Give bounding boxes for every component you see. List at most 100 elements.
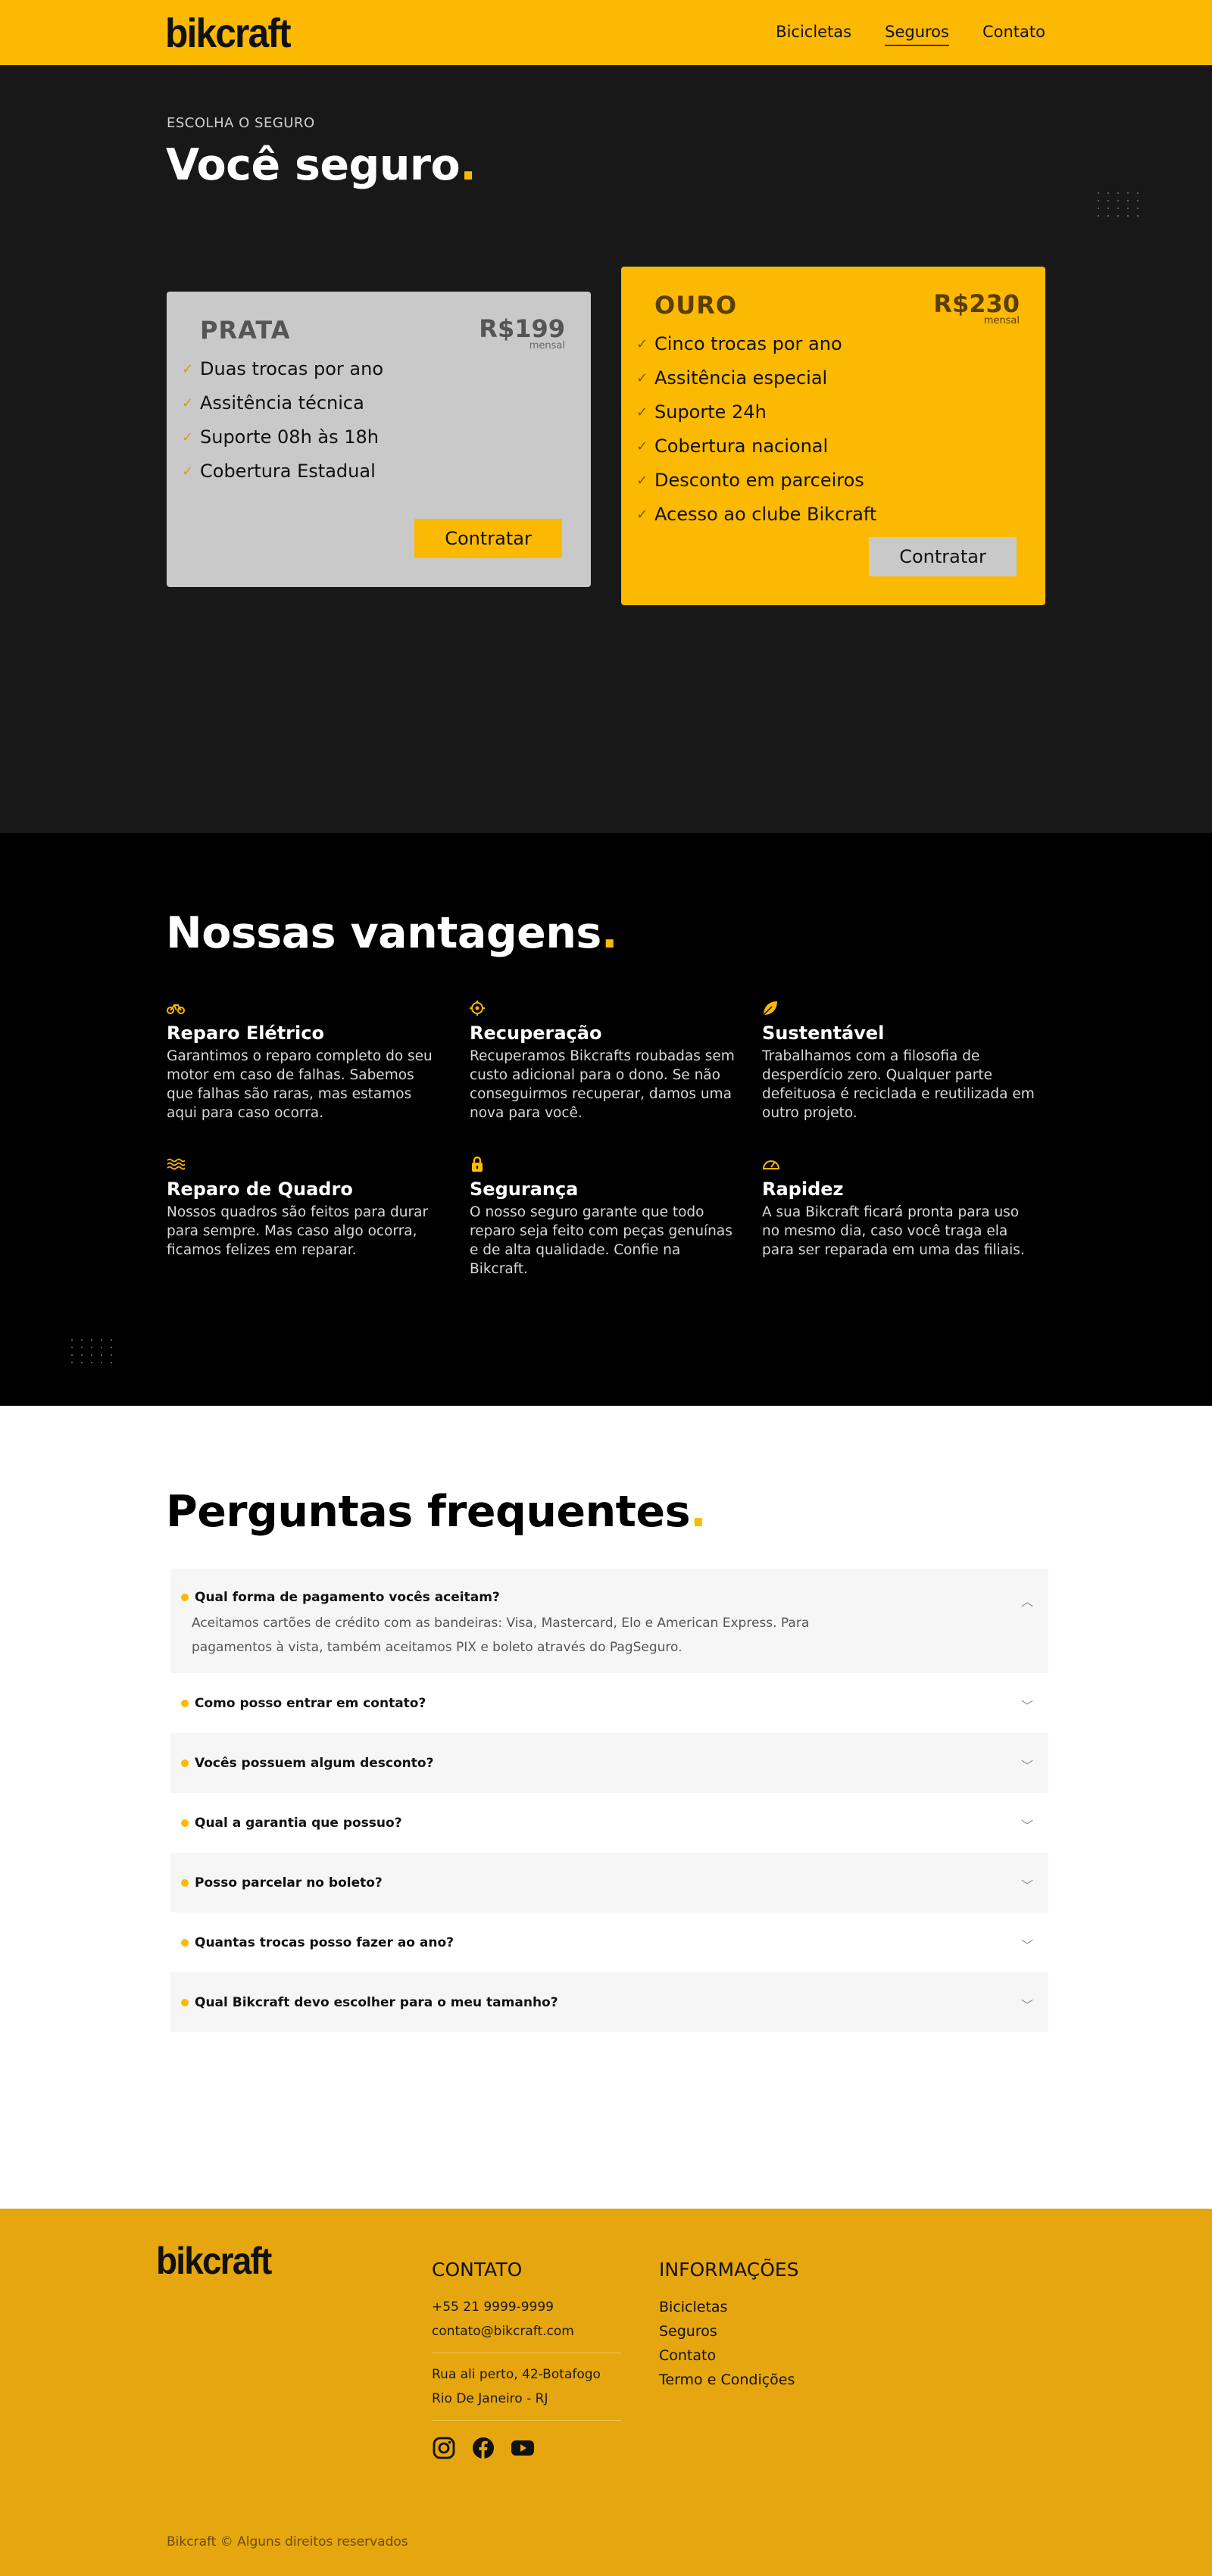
instagram-icon[interactable] [432,2436,456,2460]
plan-card-ouro: OURO R$230 mensal ✓ Cinco trocas por ano … [621,267,1045,605]
check-icon: ✓ [636,404,648,420]
plan-features: ✓ Cinco trocas por ano ✓ Assitência especi… [636,327,1020,532]
chevron-down-icon[interactable]: ﹀ [1021,1816,1033,1834]
nav-link-seguros[interactable]: Seguros [885,20,949,46]
footer-info-title: INFORMAÇÕES [659,2259,799,2281]
decorative-dots [71,1339,114,1363]
price-value: R$199 [479,314,565,343]
check-icon: ✓ [636,507,648,523]
faq-item[interactable]: Qual Bikcraft devo escolher para o meu t… [170,1972,1048,2032]
target-icon [470,1001,485,1016]
nav-link-contato[interactable]: Contato [982,20,1045,46]
bullet-icon [181,1759,189,1767]
vantagem-text: A sua Bikcraft ficará pronta para uso no… [762,1204,1025,1258]
logo[interactable]: bikcraft [165,11,292,56]
feature-item: ✓ Desconto em parceiros [636,464,1020,498]
faq-question[interactable]: Posso parcelar no boleto? [181,1853,1038,1912]
faq-item[interactable]: Qual forma de pagamento vocês aceitam? ︿… [170,1569,1048,1673]
faq-item[interactable]: Posso parcelar no boleto? ﹀ [170,1853,1048,1912]
footer-phone[interactable]: +55 21 9999-9999 [432,2295,621,2319]
contratar-button-ouro[interactable]: Contratar [869,537,1017,576]
faq-item[interactable]: Como posso entrar em contato? ﹀ [170,1673,1048,1733]
footer-link-bicicletas[interactable]: Bicicletas [659,2295,799,2319]
faq-question[interactable]: Qual Bikcraft devo escolher para o meu t… [181,1972,1038,2032]
vantagem-item: Sustentável Trabalhamos com a filosofia … [762,1000,1035,1123]
chevron-down-icon[interactable]: ﹀ [1021,1995,1033,2013]
footer-link-seguros[interactable]: Seguros [659,2319,799,2343]
vantagem-text: Nossos quadros são feitos para durar par… [167,1204,429,1258]
faq-item[interactable]: Quantas trocas posso fazer ao ano? ﹀ [170,1912,1048,1972]
vantagem-text: O nosso seguro garante que todo reparo s… [470,1204,733,1277]
bullet-icon [181,1819,189,1827]
plan-card-prata: PRATA R$199 mensal ✓ Duas trocas por ano … [167,292,591,587]
faq-section: Perguntas frequentes. Qual forma de paga… [0,1406,1212,2209]
chevron-down-icon[interactable]: ﹀ [1021,1696,1033,1714]
bicycle-icon [167,1004,185,1014]
faq-item[interactable]: Vocês possuem algum desconto? ﹀ [170,1733,1048,1793]
footer-logo[interactable]: bikcraft [156,2240,272,2281]
bullet-icon [181,1699,189,1707]
vantagem-item: Reparo de Quadro Nossos quadros são feit… [167,1156,439,1260]
footer-link-termos[interactable]: Termo e Condições [659,2368,799,2392]
speedometer-icon [762,1160,780,1169]
price-value: R$230 [933,289,1020,318]
faq-question[interactable]: Quantas trocas posso fazer ao ano? [181,1912,1038,1972]
check-icon: ✓ [636,473,648,489]
feature-item: ✓ Assitência especial [636,361,1020,395]
faq-question[interactable]: Qual a garantia que possuo? [181,1793,1038,1853]
footer-link-contato[interactable]: Contato [659,2343,799,2368]
plan-price: R$199 mensal [479,292,565,351]
vantagem-title: Reparo Elétrico [167,1023,324,1044]
vantagem-text: Recuperamos Bikcrafts roubadas sem custo… [470,1048,735,1121]
bullet-icon [181,1878,189,1887]
vantagens-section: Nossas vantagens. Reparo Elétrico Garant… [0,833,1212,1406]
vantagem-title: Reparo de Quadro [167,1179,353,1200]
faq-question[interactable]: Como posso entrar em contato? [181,1673,1038,1733]
social-links [432,2436,621,2460]
footer-address-line2: Rio De Janeiro - RJ [432,2391,548,2406]
vantagem-item: Rapidez A sua Bikcraft ficará pronta par… [762,1156,1035,1260]
waves-icon [167,1158,185,1170]
chevron-down-icon[interactable]: ﹀ [1021,1935,1033,1953]
faq-list: Qual forma de pagamento vocês aceitam? ︿… [170,1569,1048,2032]
vantagem-title: Recuperação [470,1023,602,1044]
feature-item: ✓ Suporte 24h [636,395,1020,429]
feature-item: ✓ Suporte 08h às 18h [182,420,565,454]
check-icon: ✓ [182,464,194,479]
faq-item[interactable]: Qual a garantia que possuo? ﹀ [170,1793,1048,1853]
feature-item: ✓ Cinco trocas por ano [636,327,1020,361]
hero-section: ESCOLHA O SEGURO Você seguro. PRATA R$19… [0,65,1212,833]
facebook-icon[interactable] [471,2436,495,2460]
site-header: bikcraft Bicicletas Seguros Contato [0,0,1212,65]
plan-features: ✓ Duas trocas por ano ✓ Assitência técnica… [182,352,565,489]
check-icon: ✓ [636,336,648,352]
copyright: Bikcraft © Alguns direitos reservados [167,2534,408,2549]
youtube-icon[interactable] [511,2436,535,2460]
decorative-dots [1098,192,1141,217]
feature-item: ✓ Assitência técnica [182,386,565,420]
main-nav: Bicicletas Seguros Contato [776,20,1045,46]
footer-contact-title: CONTATO [432,2259,523,2281]
chevron-down-icon[interactable]: ﹀ [1021,1875,1033,1894]
faq-answer: Aceitamos cartões de crédito com as band… [192,1616,810,1655]
check-icon: ✓ [182,395,194,411]
contratar-button-prata[interactable]: Contratar [414,519,562,558]
feature-item: ✓ Duas trocas por ano [182,352,565,386]
chevron-down-icon[interactable]: ﹀ [1021,1756,1033,1774]
vantagem-title: Segurança [470,1179,579,1200]
check-icon: ✓ [182,361,194,377]
lock-icon [472,1156,483,1172]
eyebrow: ESCOLHA O SEGURO [167,115,315,131]
section-title: Nossas vantagens. [166,908,618,958]
bullet-icon [181,1998,189,2006]
nav-link-bicicletas[interactable]: Bicicletas [776,20,851,46]
vantagem-item: Recuperação Recuperamos Bikcrafts roubad… [470,1000,742,1123]
leaf-icon [763,1001,777,1016]
feature-item: ✓ Acesso ao clube Bikcraft [636,498,1020,532]
check-icon: ✓ [636,439,648,454]
chevron-up-icon[interactable]: ︿ [1021,1591,1033,1610]
faq-question[interactable]: Vocês possuem algum desconto? [181,1733,1038,1793]
footer-email[interactable]: contato@bikcraft.com [432,2319,621,2343]
bullet-icon [181,1938,189,1947]
site-footer: bikcraft CONTATO +55 21 9999-9999 contat… [0,2209,1212,2576]
